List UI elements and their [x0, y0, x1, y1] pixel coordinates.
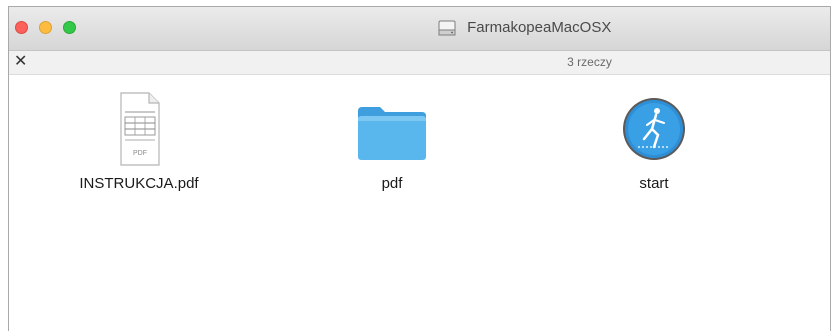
file-item-instrukcja[interactable]: PDF INSTRUKCJA.pdf — [54, 89, 224, 192]
app-item-start[interactable]: start — [569, 89, 739, 192]
folder-item-pdf[interactable]: pdf — [307, 89, 477, 192]
pdf-document-icon: PDF — [120, 92, 160, 166]
window-title-text: FarmakopeaMacOSX — [467, 19, 612, 37]
file-label: pdf — [381, 175, 403, 192]
item-count: 3 rzeczy — [567, 55, 612, 69]
file-label: INSTRUKCJA.pdf — [79, 175, 199, 192]
file-label: start — [639, 175, 669, 192]
svg-text:PDF: PDF — [133, 150, 147, 157]
finder-window: FarmakopeaMacOSX ✕ 3 rzeczy PDF INSTRUKC… — [8, 6, 831, 331]
window-title: FarmakopeaMacOSX — [9, 19, 830, 37]
status-bar: ✕ 3 rzeczy — [9, 51, 830, 75]
file-browser-content: PDF INSTRUKCJA.pdf pdf start — [9, 75, 830, 331]
app-icon — [623, 98, 685, 160]
disk-image-icon — [438, 20, 456, 36]
folder-icon — [358, 107, 426, 160]
title-bar[interactable]: FarmakopeaMacOSX — [9, 7, 830, 51]
